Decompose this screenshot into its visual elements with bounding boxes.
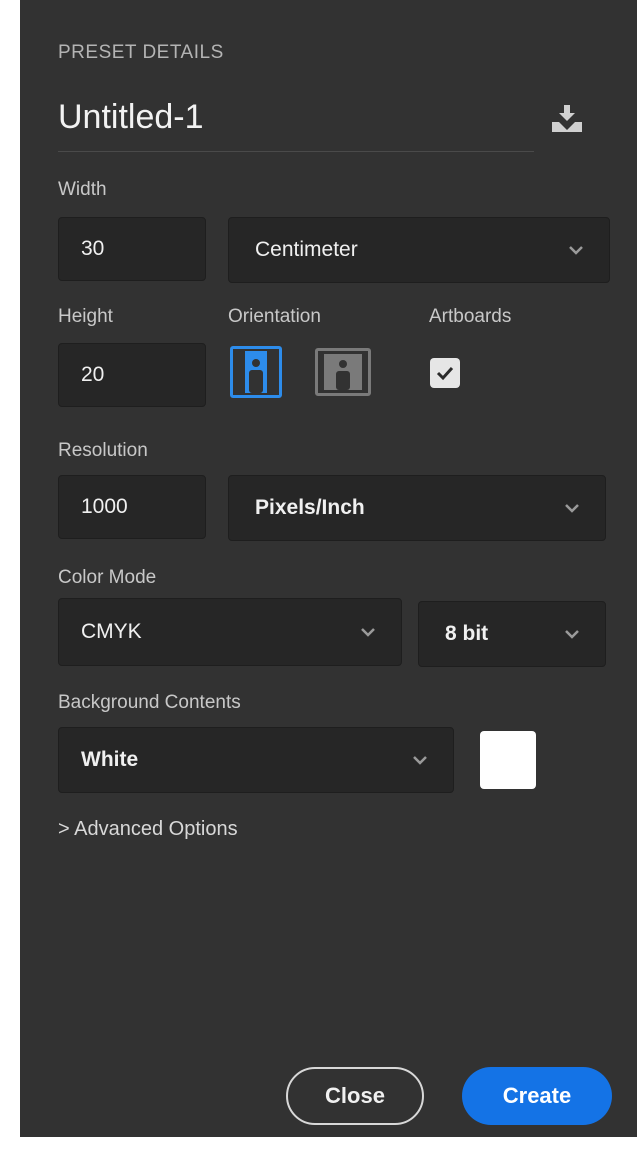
bit-depth-dropdown[interactable]: 8 bit xyxy=(418,601,606,667)
height-input[interactable]: 20 xyxy=(58,343,206,407)
orientation-label: Orientation xyxy=(228,306,321,327)
chevron-down-icon xyxy=(565,504,579,513)
preset-details-panel: PRESET DETAILS Untitled-1 Width 30 Centi… xyxy=(20,0,637,1137)
landscape-icon xyxy=(324,354,362,390)
artboards-checkbox[interactable] xyxy=(430,358,460,388)
background-contents-value: White xyxy=(81,748,139,771)
document-name-input[interactable]: Untitled-1 xyxy=(58,98,204,137)
background-contents-label: Background Contents xyxy=(58,692,241,713)
bit-depth-value: 8 bit xyxy=(445,622,489,645)
background-color-swatch[interactable] xyxy=(480,731,536,789)
color-mode-value: CMYK xyxy=(81,620,142,643)
height-label: Height xyxy=(58,306,113,327)
width-unit-dropdown[interactable]: Centimeter xyxy=(228,217,610,283)
chevron-down-icon xyxy=(569,246,583,255)
width-input[interactable]: 30 xyxy=(58,217,206,281)
chevron-down-icon xyxy=(361,628,375,637)
resolution-input[interactable]: 1000 xyxy=(58,475,206,539)
orientation-portrait-button[interactable] xyxy=(230,346,282,398)
document-name-underline xyxy=(58,151,534,152)
color-mode-dropdown[interactable]: CMYK xyxy=(58,598,402,666)
chevron-down-icon xyxy=(413,756,427,765)
chevron-down-icon xyxy=(565,630,579,639)
resolution-label: Resolution xyxy=(58,440,148,461)
portrait-icon xyxy=(245,351,267,393)
orientation-landscape-button[interactable] xyxy=(315,348,371,396)
width-unit-value: Centimeter xyxy=(255,238,358,261)
background-contents-dropdown[interactable]: White xyxy=(58,727,454,793)
save-preset-icon xyxy=(552,105,582,132)
resolution-unit-value: Pixels/Inch xyxy=(255,496,365,519)
artboards-label: Artboards xyxy=(429,306,512,327)
close-button[interactable]: Close xyxy=(286,1067,424,1125)
create-button[interactable]: Create xyxy=(462,1067,612,1125)
section-title: PRESET DETAILS xyxy=(58,42,224,63)
color-mode-label: Color Mode xyxy=(58,567,157,588)
resolution-unit-dropdown[interactable]: Pixels/Inch xyxy=(228,475,606,541)
width-label: Width xyxy=(58,179,107,200)
checkmark-icon xyxy=(436,366,454,381)
advanced-options-toggle[interactable]: > Advanced Options xyxy=(58,818,238,841)
save-preset-button[interactable] xyxy=(552,104,582,134)
